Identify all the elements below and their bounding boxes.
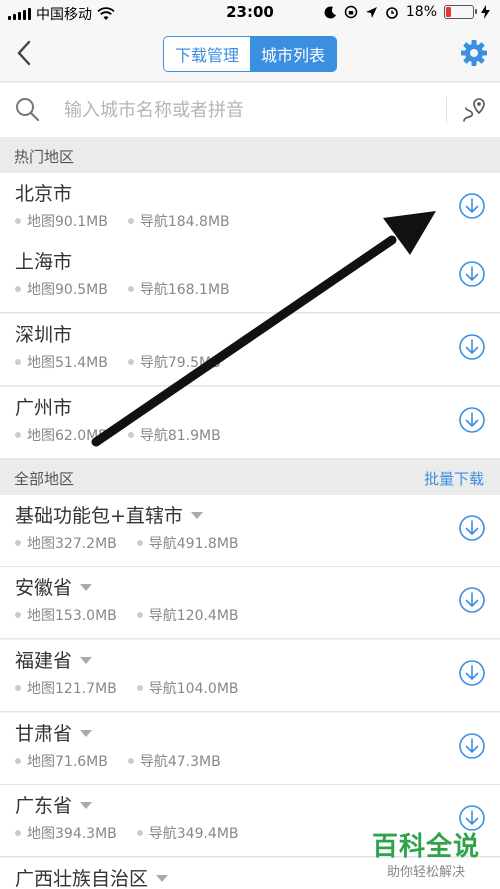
caret-down-icon[interactable] [80, 802, 93, 809]
moon-icon [324, 5, 336, 18]
size-info: 地图90.5MB 导航168.1MB [15, 279, 230, 299]
size-info: 地图90.1MB 导航184.8MB [15, 211, 230, 231]
region-name: 广西壮族自治区 [15, 864, 169, 889]
nav-size: 导航79.5MB [139, 355, 221, 371]
list-item-shanghai[interactable]: 上海市 地图90.5MB 导航168.1MB [0, 241, 500, 313]
nav-size: 导航120.4MB [148, 608, 239, 624]
tab-city-list[interactable]: 城市列表 [250, 37, 336, 71]
size-info: 地图121.7MB 导航104.0MB [15, 678, 239, 698]
download-icon[interactable] [458, 406, 486, 434]
map-size: 地图394.3MB [27, 826, 117, 842]
nav-size: 导航491.8MB [148, 536, 239, 552]
size-info: 地图71.6MB 导航47.3MB [15, 751, 221, 771]
nav-size: 导航81.9MB [139, 428, 221, 444]
battery-percent: 18% [405, 4, 437, 20]
map-size: 地图327.2MB [27, 536, 117, 552]
section-header-all: 全部地区 批量下载 [0, 459, 500, 495]
download-icon[interactable] [458, 514, 486, 542]
nav-bar: 下载管理 城市列表 [0, 26, 500, 82]
map-size: 地图90.1MB [27, 214, 108, 230]
list-item-shenzhen[interactable]: 深圳市 地图51.4MB 导航79.5MB [0, 314, 500, 386]
map-size: 地图90.5MB [27, 282, 108, 298]
caret-down-icon[interactable] [190, 512, 203, 519]
tab-switcher: 下载管理 城市列表 [163, 36, 337, 72]
nav-size: 导航349.4MB [148, 826, 239, 842]
search-bar [0, 83, 500, 137]
caret-down-icon[interactable] [156, 875, 169, 882]
status-right: 18% [324, 4, 490, 20]
region-name: 基础功能包+直辖市 [15, 501, 203, 528]
tab-download-manager[interactable]: 下载管理 [164, 37, 250, 71]
download-icon[interactable] [458, 732, 486, 760]
search-icon [16, 98, 40, 122]
region-name: 安徽省 [15, 573, 93, 600]
size-info: 地图394.3MB 导航349.4MB [15, 823, 239, 843]
section-header-hot: 热门地区 [0, 137, 500, 173]
download-icon[interactable] [458, 586, 486, 614]
map-pin-route-icon[interactable] [460, 96, 488, 124]
nav-size: 导航104.0MB [148, 681, 239, 697]
nav-size: 导航184.8MB [139, 214, 230, 230]
list-item-basic-package[interactable]: 基础功能包+直辖市 地图327.2MB 导航491.8MB [0, 495, 500, 567]
map-size: 地图51.4MB [27, 355, 108, 371]
caret-down-icon[interactable] [80, 584, 93, 591]
map-size: 地图153.0MB [27, 608, 117, 624]
region-name: 广东省 [15, 791, 93, 818]
gear-icon[interactable] [460, 39, 488, 67]
nav-size: 导航47.3MB [139, 754, 221, 770]
list-item-anhui[interactable]: 安徽省 地图153.0MB 导航120.4MB [0, 567, 500, 639]
city-name: 广州市 [15, 397, 73, 419]
battery-icon [444, 5, 477, 19]
city-name: 深圳市 [15, 324, 73, 346]
city-name: 北京市 [15, 183, 73, 205]
map-size: 地图121.7MB [27, 681, 117, 697]
map-size: 地图71.6MB [27, 754, 108, 770]
search-input[interactable] [64, 96, 434, 124]
size-info: 地图153.0MB 导航120.4MB [15, 605, 239, 625]
search-divider [446, 97, 447, 123]
watermark-title: 百科全说 [371, 832, 480, 862]
batch-download-button[interactable]: 批量下载 [424, 468, 484, 489]
list-item-beijing[interactable]: 北京市 地图90.1MB 导航184.8MB [0, 173, 500, 245]
status-bar: 中国移动 23:00 18% [0, 0, 500, 26]
battery-fill [446, 7, 451, 17]
section-title: 全部地区 [14, 470, 75, 488]
rotation-lock-icon [344, 5, 358, 19]
region-name: 甘肃省 [15, 719, 93, 746]
location-icon [365, 6, 377, 18]
section-title: 热门地区 [14, 148, 75, 166]
alarm-icon [386, 7, 398, 19]
download-icon[interactable] [458, 333, 486, 361]
list-item-fujian[interactable]: 福建省 地图121.7MB 导航104.0MB [0, 640, 500, 712]
region-name: 福建省 [15, 646, 93, 673]
city-name: 上海市 [15, 251, 73, 273]
caret-down-icon[interactable] [80, 657, 93, 664]
download-icon[interactable] [458, 192, 486, 220]
download-icon[interactable] [458, 659, 486, 687]
size-info: 地图327.2MB 导航491.8MB [15, 533, 239, 553]
back-icon[interactable] [10, 38, 40, 68]
watermark-subtitle: 助你轻松解决 [386, 865, 465, 880]
download-icon[interactable] [458, 260, 486, 288]
size-info: 地图62.0MB 导航81.9MB [15, 425, 221, 445]
charging-icon [481, 5, 490, 19]
caret-down-icon[interactable] [80, 730, 93, 737]
list-item-guangzhou[interactable]: 广州市 地图62.0MB 导航81.9MB [0, 387, 500, 459]
size-info: 地图51.4MB 导航79.5MB [15, 352, 221, 372]
list-item-gansu[interactable]: 甘肃省 地图71.6MB 导航47.3MB [0, 713, 500, 785]
watermark-logo: 百科全说 助你轻松解决 [366, 826, 486, 882]
nav-size: 导航168.1MB [139, 282, 230, 298]
map-size: 地图62.0MB [27, 428, 108, 444]
